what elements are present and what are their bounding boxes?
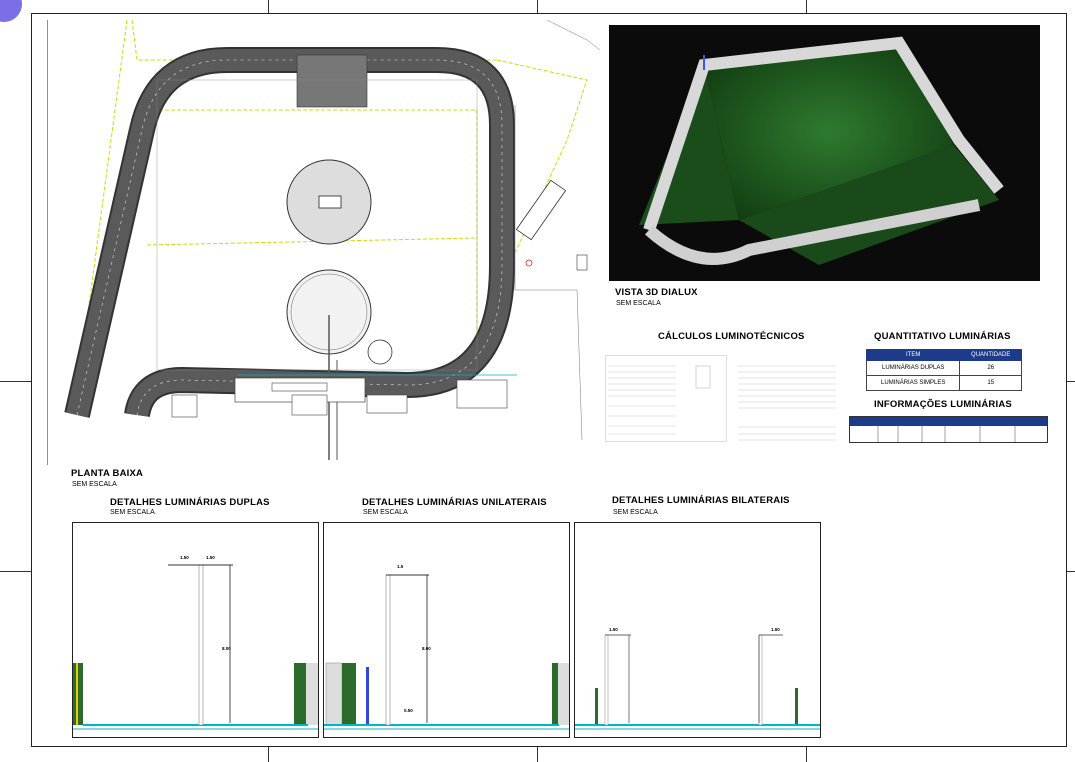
detail-bilaterais-box: 1.50 1.50 bbox=[574, 522, 821, 738]
detail-bilaterais-scale: SEM ESCALA bbox=[613, 509, 658, 516]
qty-cell: 26 bbox=[959, 360, 1022, 376]
frame-tick bbox=[806, 0, 807, 13]
frame-tick bbox=[537, 747, 538, 762]
calc-sheet-1 bbox=[605, 355, 727, 442]
detail-bilaterais-title: DETALHES LUMINÁRIAS BILATERAIS bbox=[612, 495, 790, 506]
table-row: LUMINÁRIAS DUPLAS 26 bbox=[865, 360, 1022, 376]
dim-label: 0.50 bbox=[404, 708, 413, 713]
dim-label: 1.50 bbox=[180, 555, 189, 560]
table-row: LUMINÁRIAS SIMPLES 15 bbox=[865, 375, 1022, 391]
dim-label: 1.50 bbox=[771, 627, 780, 632]
dim-label: 8.00 bbox=[422, 646, 431, 651]
calc-sheet-2 bbox=[738, 352, 838, 447]
quantitativo-title: QUANTITATIVO LUMINÁRIAS bbox=[874, 331, 1011, 342]
table-header: ITEM bbox=[865, 349, 961, 361]
frame-tick bbox=[806, 747, 807, 762]
detail-duplas-title: DETALHES LUMINÁRIAS DUPLAS bbox=[110, 497, 270, 508]
informacoes-table bbox=[849, 416, 1048, 443]
render3d-scale: SEM ESCALA bbox=[616, 300, 661, 307]
dim-label: 8.00 bbox=[222, 646, 231, 651]
corner-accent bbox=[0, 0, 22, 22]
detail-unilaterais-scale: SEM ESCALA bbox=[363, 509, 408, 516]
detail-duplas-scale: SEM ESCALA bbox=[110, 509, 155, 516]
quantitativo-table: ITEM QUANTIDADE LUMINÁRIAS DUPLAS 26 LUM… bbox=[865, 349, 1022, 391]
frame-tick bbox=[268, 0, 269, 13]
detail-unilaterais-box: 1.5 8.00 0.50 bbox=[323, 522, 570, 738]
item-cell: LUMINÁRIAS DUPLAS bbox=[865, 360, 961, 376]
frame-tick bbox=[268, 747, 269, 762]
frame-tick bbox=[1067, 571, 1075, 572]
dim-label: 1.5 bbox=[397, 564, 404, 569]
dim-label: 1.50 bbox=[206, 555, 215, 560]
qty-cell: 15 bbox=[959, 375, 1022, 391]
frame-tick bbox=[0, 381, 31, 382]
informacoes-title: INFORMAÇÕES LUMINÁRIAS bbox=[874, 399, 1012, 410]
plan-title: PLANTA BAIXA bbox=[71, 468, 144, 479]
render3d-title: VISTA 3D DIALUX bbox=[615, 287, 698, 298]
site-plan-drawing bbox=[46, 19, 601, 465]
frame-tick bbox=[537, 0, 538, 13]
item-cell: LUMINÁRIAS SIMPLES bbox=[865, 375, 961, 391]
dialux-3d-render bbox=[609, 25, 1040, 281]
dim-label: 1.50 bbox=[609, 627, 618, 632]
frame-tick bbox=[1067, 381, 1075, 382]
detail-duplas-box: 1.50 1.50 8.00 bbox=[72, 522, 319, 738]
plan-scale: SEM ESCALA bbox=[72, 481, 117, 488]
table-header: QUANTIDADE bbox=[959, 349, 1022, 361]
detail-unilaterais-title: DETALHES LUMINÁRIAS UNILATERAIS bbox=[362, 497, 547, 508]
frame-tick bbox=[0, 571, 31, 572]
calculos-title: CÁLCULOS LUMINOTÉCNICOS bbox=[658, 331, 805, 342]
